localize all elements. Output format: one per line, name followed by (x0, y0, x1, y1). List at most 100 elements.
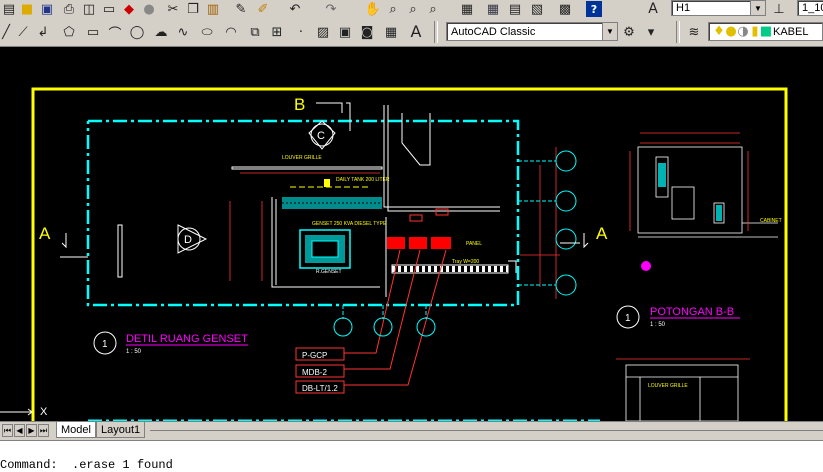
print-icon[interactable]: ⎙ (62, 1, 76, 17)
section-view (629, 132, 778, 238)
workspace-combo-value: AutoCAD Classic (451, 25, 536, 38)
drawing-svg: P-GCP MDB-2 DB-LT/1.2 B A A C D LOUVER G… (0, 87, 788, 421)
section-marker-b: B (294, 95, 305, 114)
paste-icon[interactable]: ▥ (206, 1, 220, 17)
drawing-canvas[interactable]: P-GCP MDB-2 DB-LT/1.2 B A A C D LOUVER G… (0, 47, 823, 421)
zoom-previous-icon[interactable]: ⌕ (426, 1, 440, 17)
pan-icon[interactable]: ✋ (365, 1, 381, 17)
label-louver: LOUVER GRILLE (282, 155, 322, 161)
marker-d: D (184, 234, 192, 246)
sheet-set-icon[interactable]: ▧ (530, 1, 544, 17)
properties-icon[interactable]: ▦ (460, 1, 474, 17)
chevron-down-icon[interactable]: ▼ (602, 23, 617, 40)
tab-model[interactable]: Model (56, 422, 96, 438)
cut-icon[interactable]: ✂ (166, 1, 180, 17)
zoom-window-icon[interactable]: ⌕ (406, 1, 420, 17)
hatch-icon[interactable]: ▨ (316, 24, 330, 40)
folder-icon[interactable]: ■ (20, 1, 34, 17)
point-icon[interactable]: · (294, 24, 308, 40)
electrical-panels (387, 208, 451, 249)
legend-pgcp: P-GCP (302, 351, 327, 360)
polygon-icon[interactable]: ⬠ (62, 24, 76, 40)
design-center-icon[interactable]: ▦ (486, 1, 500, 17)
circle-icon[interactable]: ◯ (130, 24, 145, 40)
region-icon[interactable]: ◙ (360, 24, 374, 40)
tool-palettes-icon[interactable]: ▤ (508, 1, 522, 17)
ellipse-arc-icon[interactable]: ◠ (224, 24, 238, 40)
publish-icon[interactable]: ▭ (102, 1, 116, 17)
ucs-icon (0, 408, 33, 416)
revision-cloud-icon[interactable]: ☁ (154, 24, 168, 40)
insert-block-icon[interactable]: ⧉ (248, 24, 262, 40)
plot-icon[interactable]: ● (142, 1, 156, 17)
command-window[interactable]: Command: .erase 1 found (0, 440, 823, 472)
construction-line-icon[interactable]: ⟋ (16, 24, 30, 40)
layer-combo-value: KABEL (773, 25, 809, 38)
sun-icon[interactable]: ● (725, 24, 737, 40)
dimension-lines (229, 147, 560, 299)
rectangle-icon[interactable]: ▭ (86, 24, 100, 40)
workspace-combo[interactable]: AutoCAD Classic ▼ (446, 22, 618, 41)
make-block-icon[interactable]: ⊞ (270, 24, 284, 40)
workspace-settings-icon[interactable]: ⚙ (622, 24, 636, 40)
workspace-save-icon[interactable]: ▾ (644, 24, 658, 40)
preview-icon[interactable]: ◫ (82, 1, 96, 17)
save-icon[interactable]: ▣ (40, 1, 54, 17)
tab-last-icon[interactable]: ⏭ (38, 424, 49, 437)
tab-layout1[interactable]: Layout1 (96, 422, 146, 438)
viewport-freeze-icon[interactable]: ◑ (737, 24, 749, 40)
redo-icon[interactable]: ↷ (324, 1, 338, 17)
text-style-combo[interactable]: H1 ▼ (671, 0, 766, 16)
title-main-number: 1 (102, 339, 108, 350)
layer-icon[interactable]: ≋ (686, 24, 702, 40)
lightbulb-icon[interactable]: ♦ (713, 24, 725, 40)
dim-style-combo-value: 1_10 (802, 2, 823, 14)
title-main: DETIL RUANG GENSET (126, 333, 248, 345)
block-editor-icon[interactable]: ✐ (256, 1, 270, 17)
section-grid-marker (641, 261, 651, 271)
text-icon[interactable]: A (408, 22, 424, 41)
title-section-number: 1 (625, 313, 631, 324)
help-icon[interactable]: ? (586, 1, 602, 17)
section-marker-a-left: A (39, 224, 51, 243)
arc-icon[interactable]: ⌒ (108, 24, 122, 42)
draw-toolbar: ╱ ⟋ ↲ ⬠ ▭ ⌒ ◯ ☁ ∿ ⬭ ◠ ⧉ ⊞ · ▨ ▣ ◙ ▦ A Au… (0, 18, 823, 47)
open-icon[interactable]: ▤ (2, 1, 16, 17)
zoom-icon[interactable]: ⌕ (386, 1, 400, 17)
text-style-icon[interactable]: A (646, 1, 660, 17)
line-icon[interactable]: ╱ (0, 24, 12, 40)
title-main-scale: 1 : 50 (126, 349, 142, 355)
copy-icon[interactable]: ❐ (186, 1, 200, 17)
dim-style-icon[interactable]: ⊥ (772, 1, 786, 17)
tab-first-icon[interactable]: ⏮ (2, 424, 13, 437)
label-genset: GENSET 250 KVA DIESEL TYPE (312, 221, 387, 227)
tab-next-icon[interactable]: ▶ (26, 424, 37, 437)
undo-icon[interactable]: ↶ (288, 1, 302, 17)
label-ruang: R.GENSET (316, 269, 342, 275)
calculator-icon[interactable]: ▩ (558, 1, 572, 17)
gradient-icon[interactable]: ▣ (338, 24, 352, 40)
match-properties-icon[interactable]: ✎ (234, 1, 248, 17)
bottom-detail-view (616, 358, 750, 421)
marker-c: C (317, 130, 325, 142)
section-marker-a-right: A (596, 224, 608, 243)
spline-icon[interactable]: ∿ (176, 24, 190, 40)
polyline-icon[interactable]: ↲ (36, 24, 50, 40)
tab-prev-icon[interactable]: ◀ (14, 424, 25, 437)
table-icon[interactable]: ▦ (384, 24, 398, 40)
section-tank (658, 163, 666, 187)
command-history-line: Command: .erase 1 found (0, 458, 173, 472)
room-outline (86, 119, 520, 307)
layer-combo[interactable]: ♦ ● ◑ ▮ ■ KABEL (708, 22, 823, 41)
dim-style-combo[interactable]: 1_10 (797, 0, 823, 16)
section-panel (716, 205, 722, 221)
ellipse-icon[interactable]: ⬭ (200, 24, 214, 40)
label-daily-tank: DAILY TANK 200 LITER (336, 177, 390, 183)
standard-toolbar: ▤ ■ ▣ ⎙ ◫ ▭ ◆ ● ✂ ❐ ▥ ✎ ✐ ↶ ↷ ✋ ⌕ ⌕ ⌕ ▦ … (0, 0, 823, 19)
toolbar-separator (434, 21, 438, 43)
color-swatch-icon: ■ (759, 24, 773, 39)
sheet-frame (31, 87, 788, 421)
label-tray: Tray W=200 (452, 259, 479, 265)
etransmit-icon[interactable]: ◆ (122, 1, 136, 17)
chevron-down-icon[interactable]: ▼ (750, 1, 765, 15)
